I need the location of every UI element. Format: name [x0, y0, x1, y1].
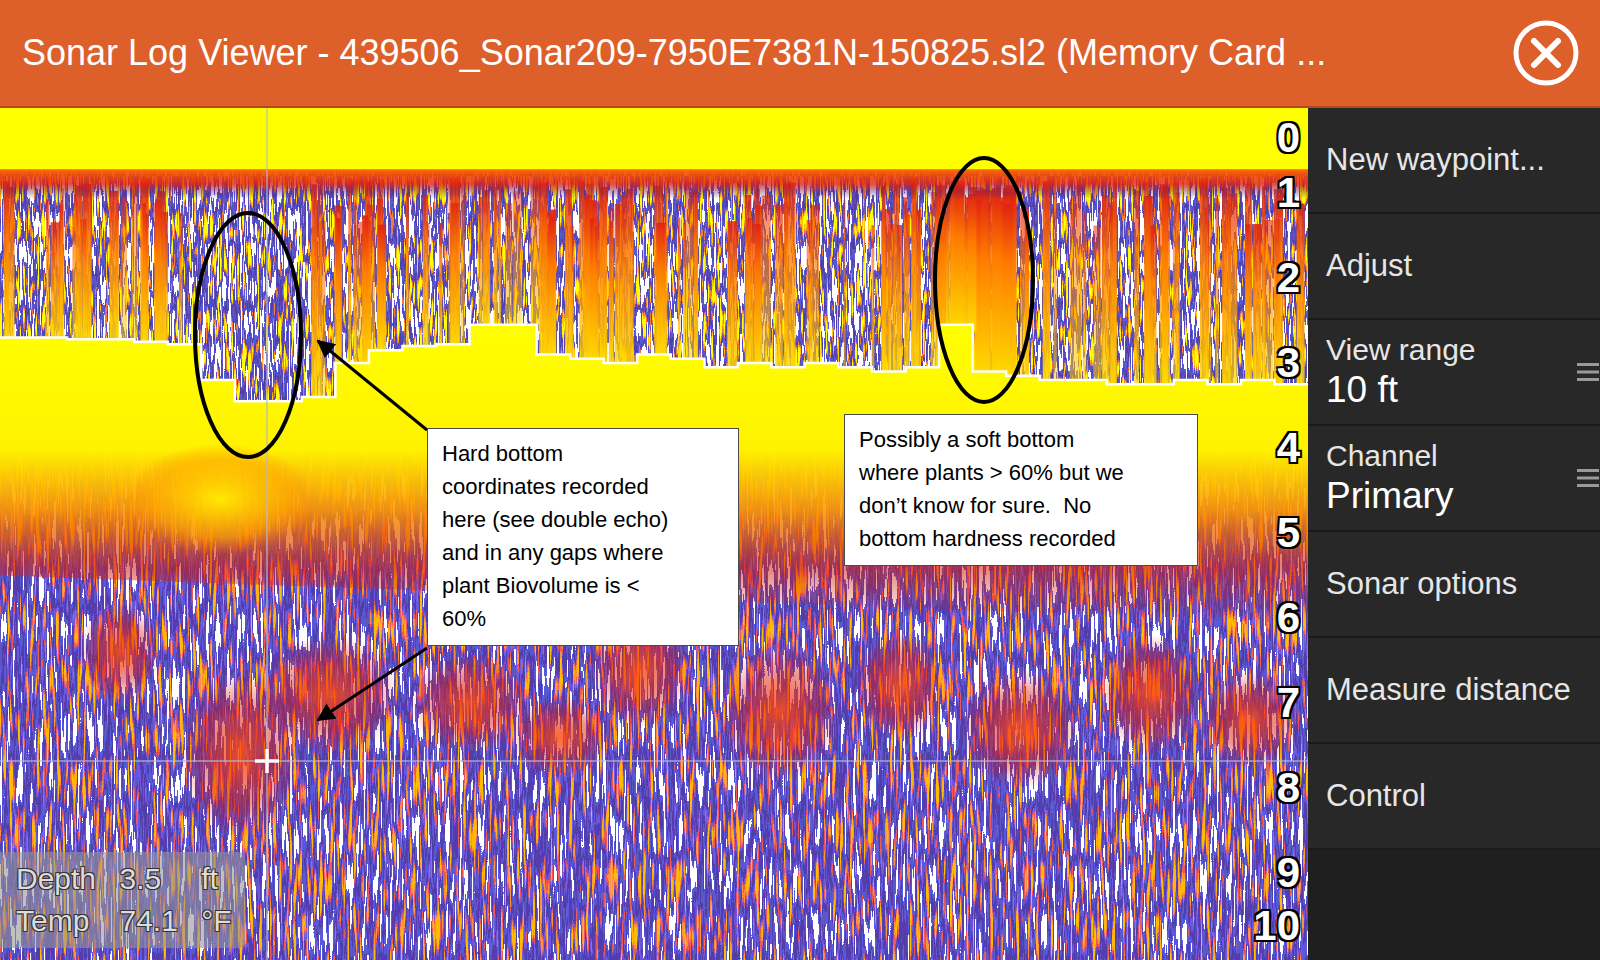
deep-echo [0, 108, 1308, 960]
callout-line: plant Biovolume is < [442, 569, 724, 602]
sidebar-item[interactable]: New waypoint... [1308, 108, 1600, 214]
item-value: 10 ft [1326, 369, 1571, 411]
depth-tick: 2 [1277, 257, 1300, 299]
callout-line: 60% [442, 602, 724, 635]
depth-tick: 4 [1277, 427, 1300, 469]
crosshair[interactable] [0, 108, 1308, 960]
sidebar-item[interactable]: ChannelPrimary [1308, 426, 1600, 532]
callout-line: Possibly a soft bottom [859, 423, 1183, 456]
surface-band [0, 108, 1308, 171]
handle-icon [1577, 359, 1599, 385]
sidebar-item[interactable]: Control [1308, 744, 1600, 850]
depth-tick: 5 [1277, 512, 1300, 554]
annotation-ellipse [935, 158, 1033, 402]
depth-tick: 7 [1277, 682, 1300, 724]
title-bar: Sonar Log Viewer - 439506_Sonar209-7950E… [0, 0, 1600, 108]
sidebar-item[interactable]: Adjust [1308, 214, 1600, 320]
sidebar-item[interactable]: Measure distance [1308, 638, 1600, 744]
sidebar: New waypoint...AdjustView range10 ftChan… [1308, 108, 1600, 960]
callout-line: where plants > 60% but we [859, 456, 1183, 489]
callout-line: Hard bottom [442, 437, 724, 470]
readout-unit: °F [201, 900, 233, 942]
annotation-arrow [318, 341, 427, 430]
item-value: Primary [1326, 475, 1571, 517]
sidebar-item[interactable]: Sonar options [1308, 532, 1600, 638]
window-title: Sonar Log Viewer - 439506_Sonar209-7950E… [22, 32, 1326, 74]
close-icon [1512, 19, 1580, 87]
annotation-ellipse [195, 213, 301, 457]
item-label: Control [1326, 778, 1571, 814]
readout-value: 3.5 [119, 858, 179, 900]
depth-tick: 6 [1277, 597, 1300, 639]
depth-tick: 0 [1277, 117, 1300, 159]
callout-line: bottom hardness recorded [859, 522, 1183, 555]
sidebar-item[interactable]: View range10 ft [1308, 320, 1600, 426]
callout-line: here (see double echo) [442, 503, 724, 536]
bottom-bulge [125, 444, 315, 554]
item-label: Channel [1326, 439, 1571, 473]
callout-line: don’t know for sure. No [859, 489, 1183, 522]
sonar-log-viewer: Sonar Log Viewer - 439506_Sonar209-7950E… [0, 0, 1600, 960]
readout-panel: Depth 3.5 ft Temp 74.1 °F [0, 852, 245, 948]
depth-tick: 8 [1277, 767, 1300, 809]
item-label: Measure distance [1326, 672, 1571, 708]
item-label: Adjust [1326, 248, 1571, 284]
item-label: View range [1326, 333, 1571, 367]
depth-tick: 1 [1277, 172, 1300, 214]
sonar-panel: 0 1 2 3 4 5 6 7 8 9 10 Hard bottomcoordinates recor… [0, 108, 1308, 960]
item-label: New waypoint... [1326, 142, 1571, 178]
readout-unit: ft [201, 858, 233, 900]
annotation-callout: Hard bottomcoordinates recordedhere (see… [427, 428, 739, 646]
callout-line: and in any gaps where [442, 536, 724, 569]
surface-fade [0, 169, 1308, 199]
depth-tick: 9 [1277, 852, 1300, 894]
viewer-body: 0 1 2 3 4 5 6 7 8 9 10 Hard bottomcoordinates recor… [0, 108, 1600, 960]
callout-line: coordinates recorded [442, 470, 724, 503]
depth-tick: 10 [1253, 905, 1300, 947]
readout-label: Temp [16, 900, 97, 942]
readout-label: Depth [16, 858, 97, 900]
annotation-callout: Possibly a soft bottomwhere plants > 60%… [844, 414, 1198, 566]
depth-tick: 3 [1277, 342, 1300, 384]
close-button[interactable] [1510, 17, 1582, 89]
item-label: Sonar options [1326, 566, 1571, 602]
readout-value: 74.1 [119, 900, 179, 942]
annotation-arrow [318, 648, 427, 720]
handle-icon [1577, 465, 1599, 491]
